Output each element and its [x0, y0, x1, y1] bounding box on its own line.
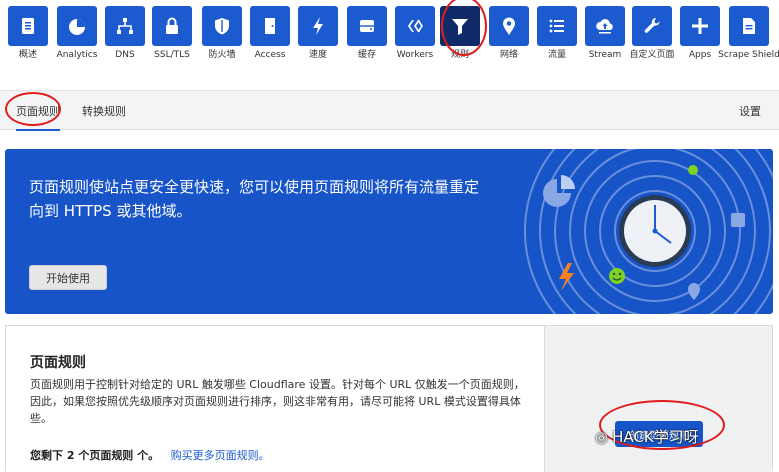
nav-item[interactable]: 速度 [296, 6, 340, 61]
location-pin-icon [489, 6, 529, 46]
lock-icon [152, 6, 192, 46]
shield-icon [202, 6, 242, 46]
nav-item[interactable]: 概述 [6, 6, 50, 61]
door-icon [250, 6, 290, 46]
lightning-icon [298, 6, 338, 46]
server-icon [731, 213, 745, 227]
smiley-icon [609, 268, 625, 284]
sub-nav: 页面规则 转换规则 设置 [0, 90, 779, 131]
clock-illustration [524, 149, 773, 314]
card-side-panel: 创建页面规则 [544, 326, 772, 472]
location-pin-icon [688, 283, 700, 300]
nav-item[interactable]: SSL/TLS [150, 6, 194, 61]
watermark: ◎ HACK学习呀 [595, 426, 699, 447]
wechat-icon: ◎ [595, 427, 609, 446]
annotation-circle [5, 92, 61, 126]
list-icon [537, 6, 577, 46]
plus-icon [680, 6, 720, 46]
remaining-rules: 您剩下 2 个页面规则 个。 购买更多页面规则。 [30, 447, 270, 463]
banner-text: 页面规则使站点更安全更快速，您可以使用页面规则将所有流量重定向到 HTTPS 或… [29, 178, 480, 220]
get-started-button[interactable]: 开始使用 [29, 265, 107, 290]
card-description: 页面规则用于控制针对给定的 URL 触发哪些 Cloudflare 设置。针对每… [30, 378, 525, 425]
server-icon [347, 6, 387, 46]
cloud-upload-icon [585, 6, 625, 46]
doc-icon [8, 6, 48, 46]
remaining-rules-text: 您剩下 2 个页面规则 个。 [30, 449, 160, 462]
nav-label: Scrape Shield [718, 50, 779, 60]
buy-more-link[interactable]: 购买更多页面规则。 [171, 449, 270, 462]
page-icon [729, 6, 769, 46]
nav-item[interactable]: Scrape Shield [718, 6, 779, 61]
workers-icon [395, 6, 435, 46]
wrench-icon [632, 6, 672, 46]
tab-transform-rules[interactable]: 转换规则 [82, 103, 126, 119]
top-nav: 概述 Analytics DNS SSL/TLS 防火墙 Access 速度 缓存 Worker… [0, 0, 779, 90]
pie-chart-icon [57, 6, 97, 46]
check-icon [688, 165, 698, 175]
watermark-text: HACK学习呀 [612, 428, 699, 446]
nav-item[interactable]: Apps [678, 6, 722, 61]
settings-link[interactable]: 设置 [739, 103, 761, 119]
card-title: 页面规则 [30, 355, 86, 371]
network-icon [105, 6, 145, 46]
intro-banner: 页面规则使站点更安全更快速，您可以使用页面规则将所有流量重定向到 HTTPS 或… [5, 149, 773, 314]
